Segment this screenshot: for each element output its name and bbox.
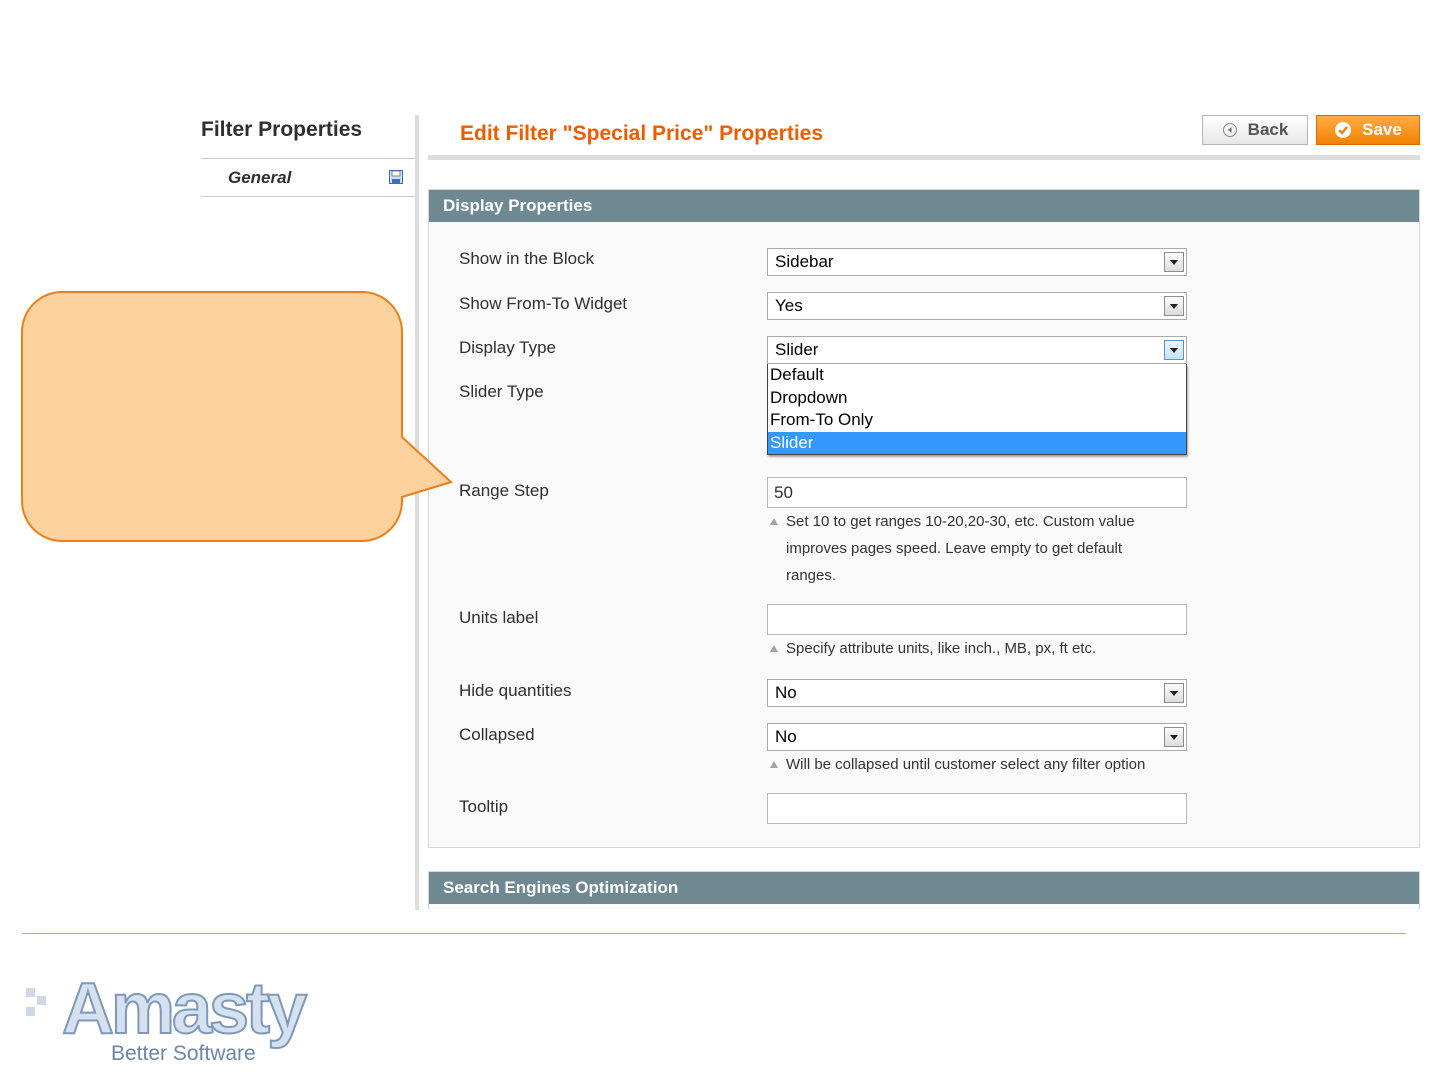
page-title: Edit Filter "Special Price" Properties xyxy=(460,122,824,145)
seo-section-header[interactable]: Search Engines Optimization xyxy=(429,872,1419,904)
callout-bubble xyxy=(21,291,453,542)
units-label-input[interactable] xyxy=(767,604,1187,635)
hide-quantities-value: No xyxy=(775,683,797,702)
display-type-label: Display Type xyxy=(459,338,557,357)
chevron-down-icon[interactable] xyxy=(1164,340,1184,360)
range-step-value: 50 xyxy=(774,483,793,502)
show-in-block-value: Sidebar xyxy=(775,252,834,271)
brand-tagline: Better Software xyxy=(111,1042,256,1065)
from-to-widget-select[interactable]: Yes xyxy=(767,292,1187,320)
collapsed-note: Will be collapsed until customer select … xyxy=(767,751,1187,778)
show-in-block-select[interactable]: Sidebar xyxy=(767,248,1187,276)
chevron-down-icon[interactable] xyxy=(1164,252,1184,272)
back-button[interactable]: Back xyxy=(1202,115,1308,145)
footer-divider xyxy=(22,933,1406,934)
range-step-note-line: ranges. xyxy=(786,567,837,584)
check-circle-icon xyxy=(1335,122,1352,138)
units-label-note: Specify attribute units, like inch., MB,… xyxy=(767,635,1187,662)
option-slider[interactable]: Slider xyxy=(768,431,1186,454)
header-divider xyxy=(428,155,1420,160)
triangle-up-icon xyxy=(770,761,778,768)
from-to-widget-label: Show From-To Widget xyxy=(459,294,628,313)
option-default[interactable]: Default xyxy=(768,364,1186,387)
option-dropdown[interactable]: Dropdown xyxy=(768,387,1186,410)
units-label-label: Units label xyxy=(459,608,539,627)
triangle-up-icon xyxy=(770,518,778,525)
range-step-note-line: Set 10 to get ranges 10-20,20-30, etc. C… xyxy=(786,513,1135,530)
display-type-select[interactable]: Slider xyxy=(767,336,1187,364)
tooltip-input[interactable] xyxy=(767,793,1187,824)
display-properties-section: Display Properties Show in the Block Sid… xyxy=(428,189,1420,848)
from-to-widget-value: Yes xyxy=(775,296,803,315)
range-step-note: Set 10 to get ranges 10-20,20-30, etc. C… xyxy=(767,508,1187,589)
save-button[interactable]: Save xyxy=(1316,115,1420,145)
triangle-up-icon xyxy=(770,645,778,652)
chevron-down-icon[interactable] xyxy=(1164,296,1184,316)
show-in-block-label: Show in the Block xyxy=(459,249,595,268)
chevron-down-icon[interactable] xyxy=(1164,683,1184,703)
circle-left-arrow-icon xyxy=(1222,123,1237,137)
brand-name: Amasty xyxy=(61,968,308,1050)
collapsed-note-text: Will be collapsed until customer select … xyxy=(786,756,1146,773)
display-type-options: Default Dropdown From-To Only Slider xyxy=(767,364,1187,455)
units-label-note-text: Specify attribute units, like inch., MB,… xyxy=(786,640,1097,657)
back-button-label: Back xyxy=(1247,120,1289,139)
option-from-to-only[interactable]: From-To Only xyxy=(768,409,1186,432)
seo-section: Search Engines Optimization xyxy=(428,871,1420,909)
range-step-input[interactable]: 50 xyxy=(767,477,1187,508)
collapsed-value: No xyxy=(775,727,797,746)
chevron-down-icon[interactable] xyxy=(1164,727,1184,747)
hide-quantities-label: Hide quantities xyxy=(459,681,572,700)
tooltip-label: Tooltip xyxy=(459,797,509,816)
hide-quantities-select[interactable]: No xyxy=(767,679,1187,707)
brand-logo: Amasty Better Software xyxy=(26,968,326,1068)
display-type-value: Slider xyxy=(775,340,819,359)
slider-type-label: Slider Type xyxy=(459,382,544,401)
collapsed-label: Collapsed xyxy=(459,725,535,744)
collapsed-select[interactable]: No xyxy=(767,723,1187,751)
save-button-label: Save xyxy=(1362,120,1402,139)
range-step-label: Range Step xyxy=(459,481,549,500)
brand-mark-icon xyxy=(26,988,46,1016)
range-step-note-line: improves pages speed. Leave empty to get… xyxy=(786,540,1123,557)
display-properties-header[interactable]: Display Properties xyxy=(429,190,1419,222)
